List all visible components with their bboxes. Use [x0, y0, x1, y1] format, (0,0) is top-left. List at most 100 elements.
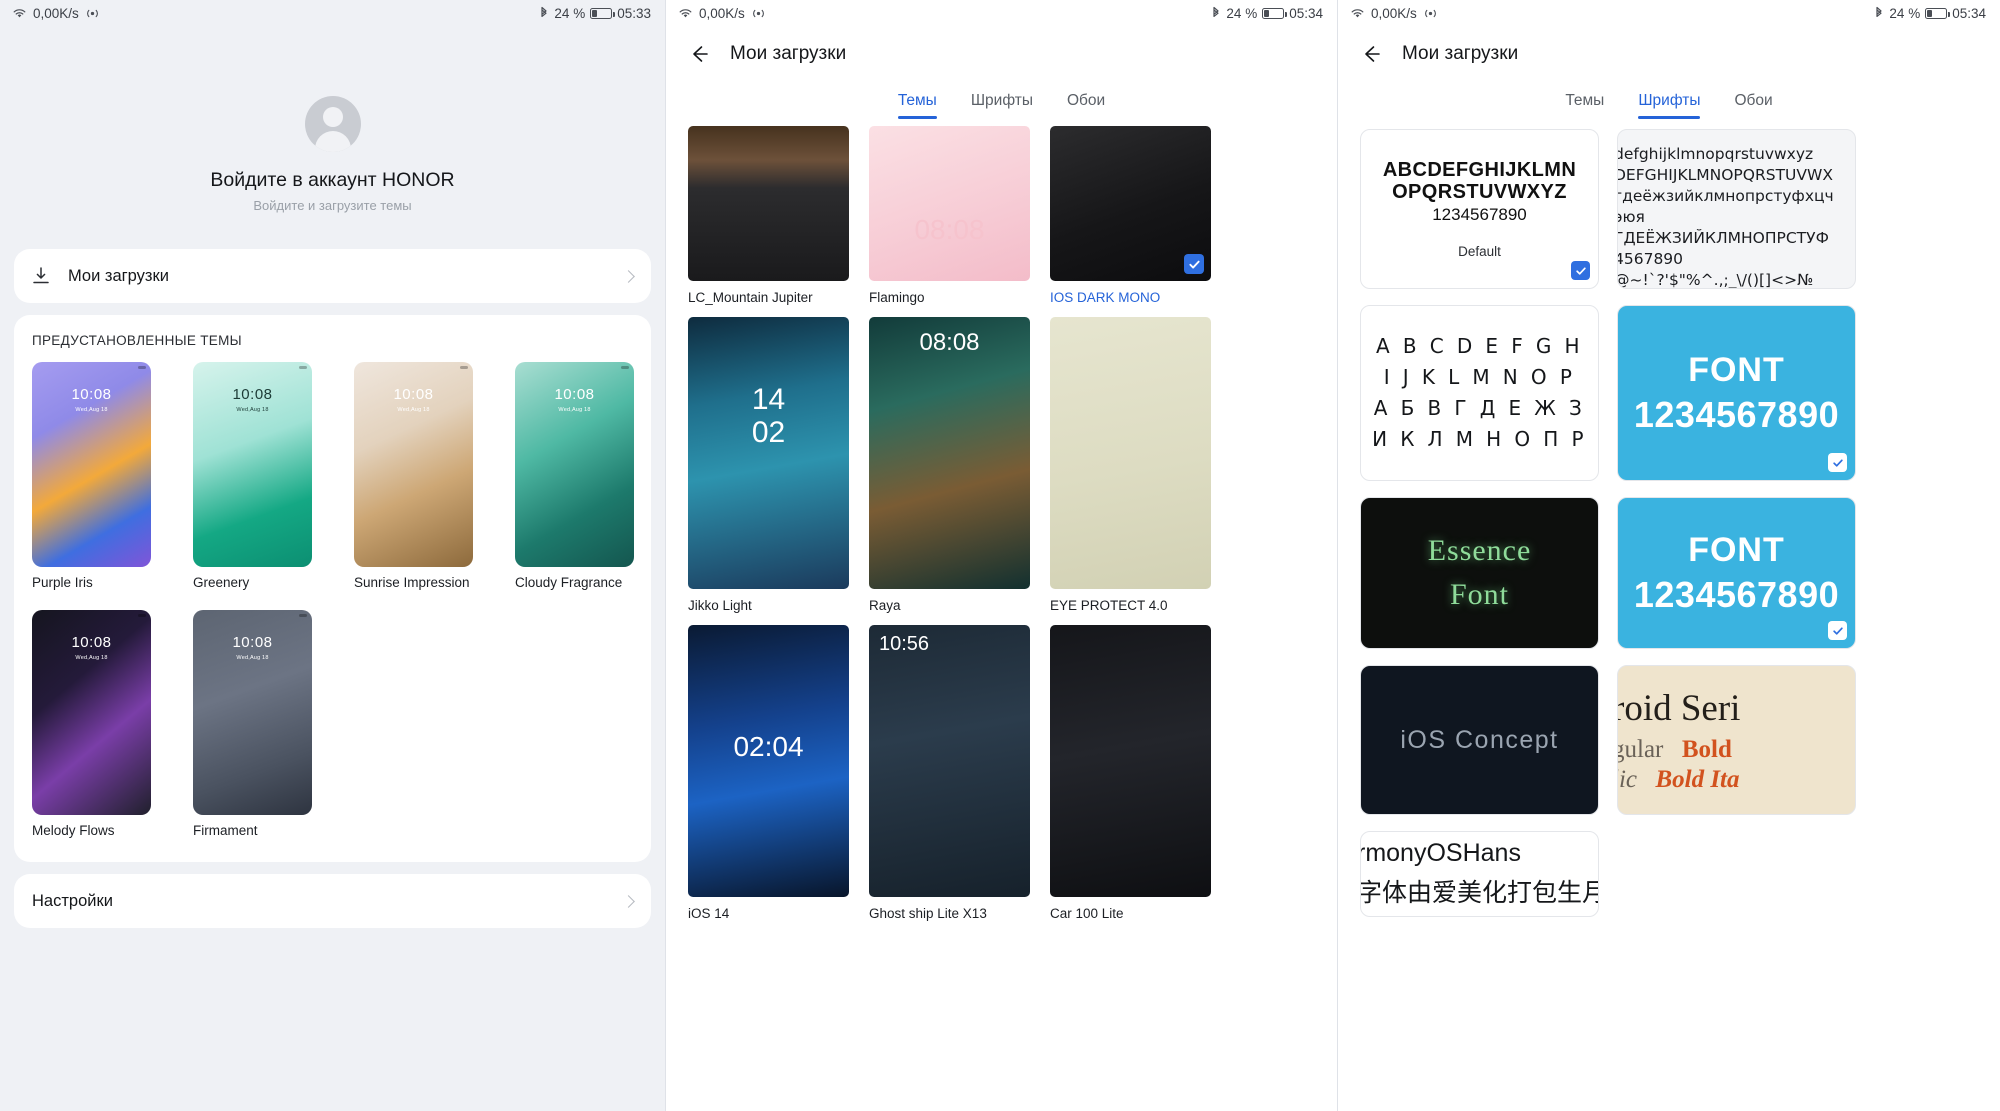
theme-card[interactable]: LC_Mountain Jupiter — [688, 126, 849, 305]
thumb-date: Wed,Aug 18 — [75, 655, 108, 661]
page-title: Мои загрузки — [1402, 43, 1519, 64]
font-sample-line-2: OPQRSTUVWXYZ — [1392, 181, 1567, 203]
account-prompt[interactable]: Войдите в аккаунт HONOR Войдите и загруз… — [0, 96, 665, 213]
hotspot-icon — [85, 8, 100, 19]
tab-wallpapers[interactable]: Обои — [1065, 88, 1107, 119]
preset-theme-item[interactable]: 10:08 Wed,Aug 18 Firmament — [193, 610, 312, 838]
font-sample-line: defghijklmnopqrstuvwxyz — [1617, 145, 1814, 163]
font-sample-line: @~!`?'$"%^.,;_\/()[]<>№ — [1617, 270, 1814, 289]
font-sample-line-1: FONT — [1688, 530, 1785, 569]
preview-clock: 08:08 — [914, 214, 985, 245]
downloads-themes-panel: 0,00K/s 24 % 05:34 Мои загрузки Темы Шри… — [665, 0, 1337, 1111]
notch-icon — [621, 366, 629, 369]
preset-theme-item[interactable]: 10:08 Wed,Aug 18 Cloudy Fragrance — [515, 362, 634, 590]
font-card-ios-concept[interactable]: iOS Concept — [1360, 665, 1599, 815]
theme-name: Ghost ship Lite X13 — [869, 906, 987, 921]
font-card-harmony-os-hans[interactable]: rmonyOSHans 字体由爱美化打包生月 — [1360, 831, 1599, 917]
selected-check-badge — [1828, 621, 1847, 640]
status-bar-left-group: 0,00K/s — [1350, 6, 1438, 21]
theme-name: Raya — [869, 598, 901, 613]
back-arrow-icon[interactable] — [1360, 43, 1382, 65]
theme-preview — [1050, 126, 1211, 281]
theme-name: Flamingo — [869, 290, 925, 305]
theme-name: Greenery — [193, 575, 250, 590]
tab-fonts[interactable]: Шрифты — [1636, 88, 1702, 119]
theme-preview: 08:08 — [869, 126, 1030, 281]
status-bar-left-group: 0,00K/s — [12, 6, 100, 21]
thumb-date: Wed,Aug 18 — [75, 407, 108, 413]
battery-icon — [1925, 7, 1951, 19]
theme-name: Firmament — [193, 823, 258, 838]
theme-card[interactable]: 14 02 Jikko Light — [688, 317, 849, 613]
account-subtitle: Войдите и загрузите темы — [253, 198, 412, 213]
bluetooth-icon — [1211, 6, 1221, 20]
theme-card[interactable]: 08:08 Raya — [869, 317, 1030, 613]
theme-thumbnail: 10:08 Wed,Aug 18 — [354, 362, 473, 567]
tab-fonts[interactable]: Шрифты — [969, 88, 1035, 119]
theme-card[interactable]: 10:56 Ghost ship Lite X13 — [869, 625, 1030, 921]
font-card-essence-font[interactable]: Essence Font — [1360, 497, 1599, 649]
network-speed-label: 0,00K/s — [1371, 5, 1417, 21]
thumb-date: Wed,Aug 18 — [236, 655, 269, 661]
wifi-icon — [678, 7, 693, 19]
font-sample-line-1: roid Seri — [1617, 687, 1741, 729]
theme-name: LC_Mountain Jupiter — [688, 290, 813, 305]
thumb-time: 10:08 — [232, 386, 273, 403]
font-card-cyrillic-sample[interactable]: defghijklmnopqrstuvwxyz DEFGHIJKLMNOPQRS… — [1617, 129, 1856, 289]
theme-card[interactable]: 02:04 iOS 14 — [688, 625, 849, 921]
my-downloads-row[interactable]: Мои загрузки — [14, 249, 651, 303]
notch-icon — [299, 614, 307, 617]
font-sample-line-2: 1234567890 — [1633, 573, 1840, 615]
font-card-droid-serif[interactable]: roid Seri gular Bold lic Bold Ita — [1617, 665, 1856, 815]
thumb-time: 10:08 — [71, 386, 112, 403]
preset-theme-item[interactable]: 10:08 Wed,Aug 18 Melody Flows — [32, 610, 151, 838]
font-sample-line-2: 字体由爱美化打包生月 — [1360, 878, 1599, 907]
font-sample-line-1: rmonyOSHans — [1360, 839, 1521, 867]
theme-thumbnail: 10:08 Wed,Aug 18 — [193, 610, 312, 815]
preview-clock: 08:08 — [919, 329, 980, 356]
font-sample-line: I J K L M N O P — [1383, 365, 1576, 389]
downloads-themes-tabs: Темы Шрифты Обои — [666, 82, 1337, 119]
network-speed-label: 0,00K/s — [33, 5, 79, 21]
preset-themes-title: ПРЕДУСТАНОВЛЕННЫЕ ТЕМЫ — [32, 333, 242, 348]
preset-themes-grid: 10:08 Wed,Aug 18 Purple Iris 10:08 Wed,A… — [32, 362, 637, 844]
thumb-date: Wed,Aug 18 — [397, 407, 430, 413]
theme-thumbnail: 10:08 Wed,Aug 18 — [515, 362, 634, 567]
selected-check-badge — [1828, 453, 1847, 472]
theme-card[interactable]: 08:08 Flamingo — [869, 126, 1030, 305]
back-arrow-icon[interactable] — [688, 43, 710, 65]
battery-icon — [590, 7, 616, 19]
theme-thumbnail: 10:08 Wed,Aug 18 — [32, 610, 151, 815]
theme-preview: 14 02 — [688, 317, 849, 589]
theme-preview: 10:56 — [869, 625, 1030, 897]
battery-icon — [1262, 7, 1288, 19]
settings-row[interactable]: Настройки — [14, 874, 651, 928]
font-card-default[interactable]: ABCDEFGHIJKLMN OPQRSTUVWXYZ 1234567890 D… — [1360, 129, 1599, 289]
tab-themes[interactable]: Темы — [896, 88, 939, 119]
notch-icon — [138, 614, 146, 617]
font-sample-line-3: 1234567890 — [1432, 205, 1527, 225]
font-card-font-blue-2[interactable]: FONT 1234567890 — [1617, 497, 1856, 649]
thumb-time: 10:08 — [554, 386, 595, 403]
font-card-abc-wide[interactable]: A B C D E F G H I J K L M N O P А Б В Г … — [1360, 305, 1599, 481]
notch-icon — [138, 366, 146, 369]
theme-name: Purple Iris — [32, 575, 93, 590]
status-bar-right-group: 24 % 05:34 — [1874, 6, 1986, 21]
tab-themes[interactable]: Темы — [1563, 88, 1606, 119]
font-card-font-blue-1[interactable]: FONT 1234567890 — [1617, 305, 1856, 481]
theme-card[interactable]: IOS DARK MONO — [1050, 126, 1211, 305]
preset-theme-item[interactable]: 10:08 Wed,Aug 18 Sunrise Impression — [354, 362, 473, 590]
check-icon — [1188, 260, 1200, 268]
theme-preview: 08:08 — [869, 317, 1030, 589]
tab-wallpapers[interactable]: Обои — [1732, 88, 1774, 119]
font-sample-line: ГДЕЁЖЗИЙКЛМНОПРСТУФ — [1617, 228, 1829, 247]
theme-card[interactable]: EYE PROTECT 4.0 — [1050, 317, 1211, 613]
font-sample-line-2: 1234567890 — [1633, 393, 1840, 435]
preset-theme-item[interactable]: 10:08 Wed,Aug 18 Greenery — [193, 362, 312, 590]
font-sample-line: А Б В Г Д Е Ж З — [1373, 396, 1586, 420]
font-sample-line: 4567890 — [1617, 249, 1684, 268]
theme-card[interactable]: Car 100 Lite — [1050, 625, 1211, 921]
download-icon — [30, 265, 52, 287]
battery-percent-label: 24 % — [554, 5, 586, 21]
preset-theme-item[interactable]: 10:08 Wed,Aug 18 Purple Iris — [32, 362, 151, 590]
